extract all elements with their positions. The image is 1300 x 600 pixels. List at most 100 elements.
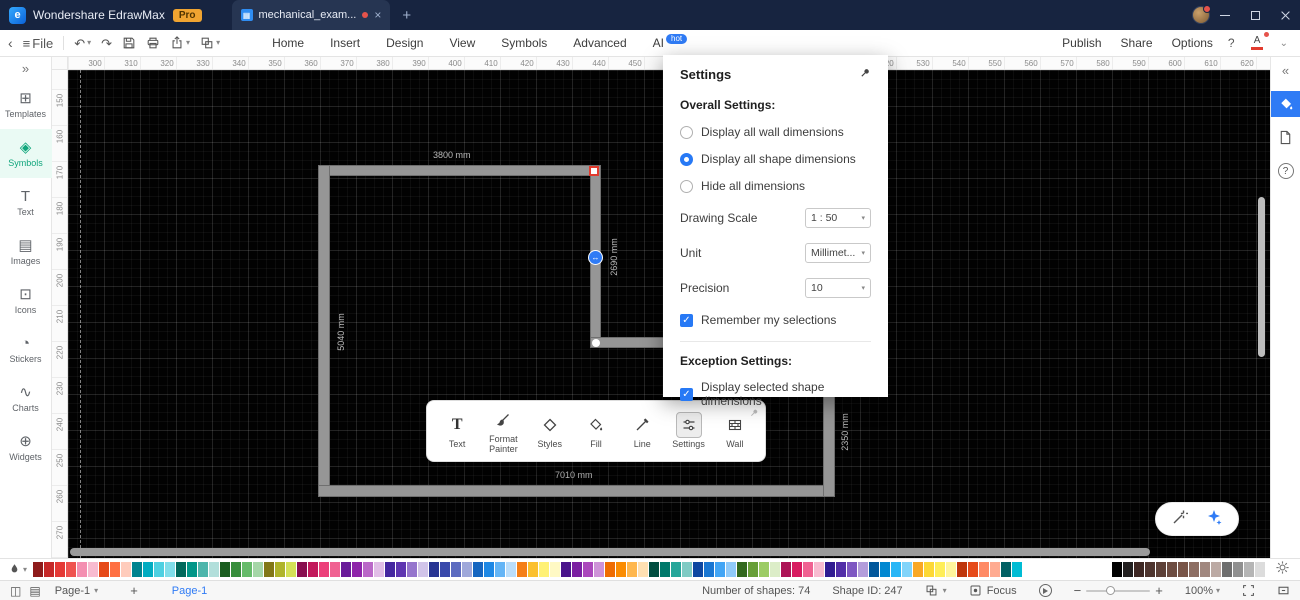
zoom-slider-thumb[interactable]	[1106, 585, 1116, 595]
color-swatch[interactable]	[924, 562, 935, 577]
zoom-level[interactable]: 100% ▾	[1185, 585, 1220, 597]
redo-button[interactable]: ↷	[101, 37, 112, 50]
sidebar-item-charts[interactable]: ∿ Charts	[0, 374, 52, 423]
unit-dropdown[interactable]: Millimet... ▾	[805, 243, 871, 263]
color-swatch[interactable]	[1178, 562, 1188, 577]
color-swatch[interactable]	[935, 562, 946, 577]
active-page-tab[interactable]: Page-1	[172, 585, 207, 597]
menu-home[interactable]: Home	[272, 36, 304, 50]
color-swatch[interactable]	[1211, 562, 1221, 577]
color-swatch[interactable]	[605, 562, 616, 577]
minimize-button[interactable]	[1210, 0, 1240, 30]
file-menu[interactable]: ≡ File	[23, 37, 54, 50]
color-swatch[interactable]	[814, 562, 825, 577]
color-swatch[interactable]	[253, 562, 264, 577]
color-swatch[interactable]	[330, 562, 341, 577]
color-swatch[interactable]	[517, 562, 528, 577]
color-swatch[interactable]	[968, 562, 979, 577]
color-swatch[interactable]	[176, 562, 187, 577]
color-swatch[interactable]	[407, 562, 418, 577]
sidebar-item-text[interactable]: T Text	[0, 178, 52, 227]
color-swatch[interactable]	[561, 562, 572, 577]
color-swatch[interactable]	[1244, 562, 1254, 577]
theme-color-icon[interactable]: A	[1250, 32, 1269, 50]
color-swatch[interactable]	[66, 562, 77, 577]
color-swatch[interactable]	[396, 562, 407, 577]
page-list-icon[interactable]: ▤	[29, 585, 40, 597]
user-avatar[interactable]	[1192, 5, 1211, 24]
color-swatch[interactable]	[649, 562, 660, 577]
color-swatch[interactable]	[726, 562, 737, 577]
vertical-scrollbar[interactable]	[1258, 197, 1265, 357]
color-swatch[interactable]	[286, 562, 297, 577]
color-swatch[interactable]	[836, 562, 847, 577]
color-swatch[interactable]	[572, 562, 583, 577]
color-swatch[interactable]	[1112, 562, 1122, 577]
color-swatch[interactable]	[627, 562, 638, 577]
color-swatch[interactable]	[1167, 562, 1177, 577]
wall-left[interactable]	[318, 165, 330, 497]
color-swatch[interactable]	[429, 562, 440, 577]
color-swatch[interactable]	[880, 562, 891, 577]
color-swatch[interactable]	[594, 562, 605, 577]
menu-symbols[interactable]: Symbols	[501, 36, 547, 50]
page-selector[interactable]: Page-1 ▾	[55, 585, 99, 597]
color-swatch[interactable]	[451, 562, 462, 577]
color-swatch[interactable]	[792, 562, 803, 577]
menu-view[interactable]: View	[449, 36, 475, 50]
color-swatch[interactable]	[682, 562, 693, 577]
panel-pin-icon[interactable]	[859, 67, 871, 82]
presentation-play-button[interactable]	[1038, 584, 1052, 597]
fullscreen-button[interactable]	[1242, 584, 1255, 597]
selection-handle-red[interactable]	[589, 166, 599, 176]
pages-overview-icon[interactable]: ◫	[10, 585, 21, 597]
color-swatch[interactable]	[528, 562, 539, 577]
color-swatch[interactable]	[1200, 562, 1210, 577]
color-swatch[interactable]	[715, 562, 726, 577]
color-swatch[interactable]	[484, 562, 495, 577]
color-swatch[interactable]	[341, 562, 352, 577]
color-swatch[interactable]	[1123, 562, 1133, 577]
color-swatch[interactable]	[77, 562, 88, 577]
color-swatch[interactable]	[462, 562, 473, 577]
color-swatch[interactable]	[418, 562, 429, 577]
color-swatch[interactable]	[990, 562, 1001, 577]
zoom-slider[interactable]	[1086, 585, 1151, 595]
toolbar-item-settings[interactable]: Settings	[668, 412, 708, 450]
color-swatch[interactable]	[803, 562, 814, 577]
fit-to-screen-button[interactable]	[1277, 584, 1290, 597]
color-swatch[interactable]	[154, 562, 165, 577]
export-button[interactable]: ▾	[170, 36, 190, 50]
radio-selected-icon[interactable]	[680, 152, 693, 166]
color-swatch[interactable]	[1233, 562, 1243, 577]
menu-insert[interactable]: Insert	[330, 36, 360, 50]
color-swatch[interactable]	[363, 562, 374, 577]
help-icon[interactable]: ?	[1228, 36, 1235, 50]
color-swatch[interactable]	[913, 562, 924, 577]
toolbar-item-styles[interactable]: Styles	[530, 412, 570, 450]
print-button[interactable]	[146, 36, 160, 50]
color-swatch[interactable]	[231, 562, 242, 577]
layers-button[interactable]: ▾	[925, 584, 947, 597]
color-swatch[interactable]	[55, 562, 66, 577]
fill-tool-button[interactable]	[1270, 91, 1300, 117]
close-button[interactable]	[1270, 0, 1300, 30]
display-selected-dimensions-checkbox-row[interactable]: ✓ Display selected shape dimensions	[680, 380, 871, 408]
color-swatch[interactable]	[297, 562, 308, 577]
color-swatch[interactable]	[308, 562, 319, 577]
color-swatch[interactable]	[946, 562, 957, 577]
color-swatch[interactable]	[616, 562, 627, 577]
palette-settings-gear-icon[interactable]	[1275, 560, 1290, 580]
color-swatch[interactable]	[264, 562, 275, 577]
color-picker-button[interactable]: ▾	[8, 563, 27, 576]
color-swatch[interactable]	[506, 562, 517, 577]
zoom-in-button[interactable]: +	[1155, 583, 1163, 598]
color-swatch[interactable]	[110, 562, 121, 577]
color-swatch[interactable]	[902, 562, 913, 577]
maximize-button[interactable]	[1240, 0, 1270, 30]
color-swatch[interactable]	[550, 562, 561, 577]
ai-sparkle-button[interactable]	[1206, 509, 1222, 530]
color-swatch[interactable]	[209, 562, 220, 577]
color-swatch[interactable]	[704, 562, 715, 577]
color-swatch[interactable]	[242, 562, 253, 577]
